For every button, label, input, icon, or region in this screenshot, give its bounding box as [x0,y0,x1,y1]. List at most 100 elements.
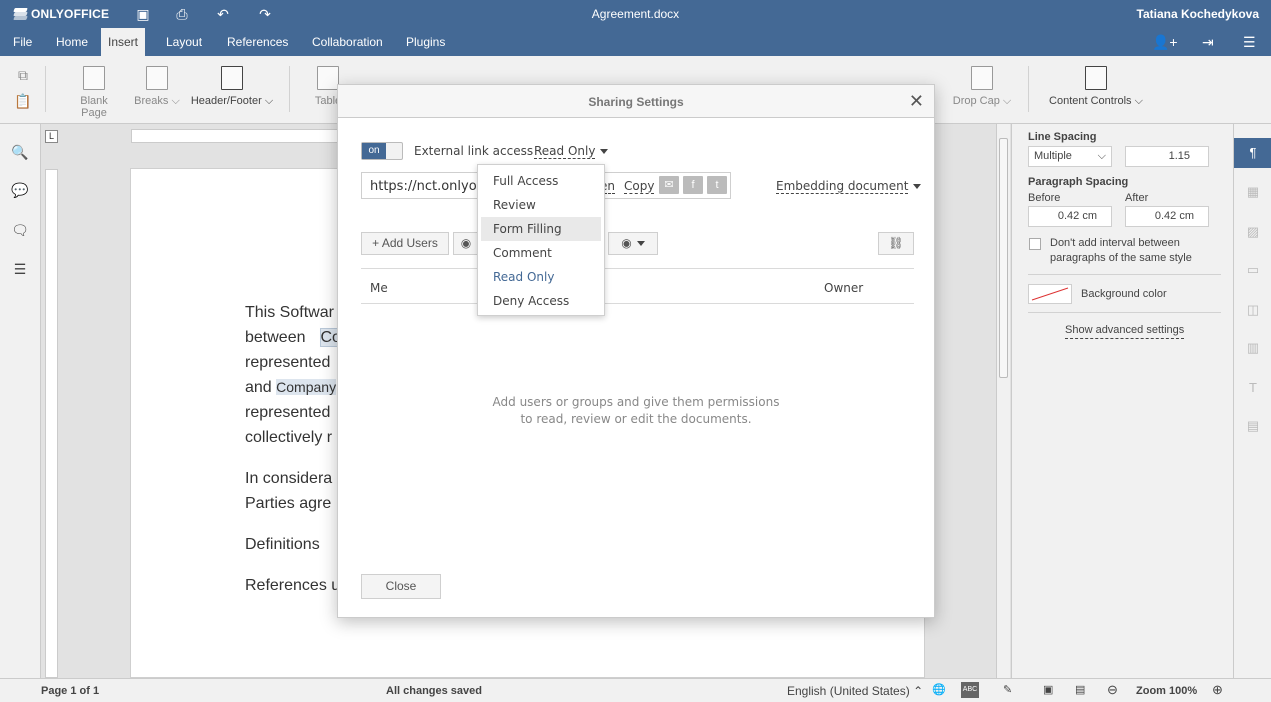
navigation-icon[interactable]: ☰ [11,261,29,279]
table-settings-icon[interactable]: ▦ [1244,184,1262,202]
status-bar: Page 1 of 1 All changes saved English (U… [0,678,1271,702]
doc-line: Parties agre [245,495,332,512]
facebook-share-icon[interactable]: f [683,176,703,194]
option-read-only[interactable]: Read Only [481,265,601,289]
content-controls-icon [1085,66,1107,90]
dialog-title: Sharing Settings [588,95,684,109]
empty-users-message: Add users or groups and give them permis… [492,395,780,426]
eye-icon[interactable]: ◉ [453,232,479,255]
paragraph-settings-icon[interactable]: ¶ [1234,138,1271,168]
header-footer-settings-icon[interactable]: ▭ [1244,262,1262,280]
tab-plugins[interactable]: Plugins [400,28,451,56]
eye-icon: ◉ [621,236,632,250]
page-info[interactable]: Page 1 of 1 [41,685,99,697]
blank-page-button[interactable]: Blank Page [66,66,122,119]
drop-cap-icon [971,66,993,90]
before-label: Before [1028,192,1061,204]
option-comment[interactable]: Comment [481,241,601,265]
zoom-out-icon[interactable]: ⊖ [1107,682,1118,698]
zoom-level: Zoom 100% [1136,685,1198,697]
header-footer-icon [221,66,243,90]
tab-layout[interactable]: Layout [160,28,208,56]
option-full-access[interactable]: Full Access [481,169,601,193]
blank-page-icon [83,66,105,90]
option-review[interactable]: Review [481,193,601,217]
chat-icon[interactable]: 🗨 [11,222,29,240]
tab-references[interactable]: References [221,28,294,56]
toggle-on-label: on [362,143,386,159]
spacing-before-input[interactable]: 0.42 cm [1028,206,1112,227]
copy-icon[interactable]: ⧉ [14,66,32,84]
header-footer-button[interactable]: Header/Footer ⌵ [190,66,274,108]
paragraph-spacing-label: Paragraph Spacing [1028,176,1129,188]
drop-cap-button[interactable]: Drop Cap ⌵ [952,66,1012,108]
image-settings-icon[interactable]: ▨ [1244,224,1262,242]
paste-icon[interactable]: 📋 [14,92,32,110]
background-color-picker[interactable] [1028,284,1072,304]
content-control-highlight[interactable]: Company [276,379,337,395]
menu-bar: File Home Insert Layout References Colla… [0,28,1271,56]
share-link-url: https://nct.onlyo [370,179,477,194]
copy-link-button[interactable]: Copy [624,179,655,194]
scrollbar-thumb[interactable] [999,138,1008,378]
spacing-after-input[interactable]: 0.42 cm [1125,206,1209,227]
no-interval-checkbox[interactable] [1029,238,1041,250]
chevron-down-icon [913,184,922,189]
fit-page-icon[interactable]: ▣ [1043,683,1053,696]
line-spacing-value-input[interactable]: 1.15 [1125,146,1209,167]
right-sidebar: ¶ ▦ ▨ ▭ ◫ ▥ T ▤ [1233,124,1271,678]
vertical-scrollbar[interactable] [996,124,1010,678]
twitter-share-icon[interactable]: t [707,176,727,194]
doc-language-icon[interactable]: 🌐 [932,683,946,696]
option-form-filling[interactable]: Form Filling [481,217,601,241]
fit-width-icon[interactable]: ▤ [1075,683,1085,696]
embedding-document-select[interactable]: Embedding document [776,179,922,194]
spellcheck-icon[interactable]: ABC [961,682,979,698]
comments-icon[interactable]: 💬 [11,182,29,200]
track-changes-icon[interactable]: ✎ [1003,683,1012,696]
doc-line: represented [245,404,331,421]
breaks-icon [146,66,168,90]
tab-home[interactable]: Home [50,28,94,56]
after-label: After [1125,192,1149,204]
language-selector[interactable]: English (United States) ⌃ [787,684,923,698]
doc-line: In considera [245,470,333,487]
tab-stop-selector[interactable]: L [45,130,58,143]
close-button[interactable]: Close [361,574,441,599]
access-rights-dropdown: Full Access Review Form Filling Comment … [477,164,605,316]
textart-settings-icon[interactable]: T [1244,380,1262,398]
search-icon[interactable]: 🔍 [11,144,29,162]
document-title: Agreement.docx [591,7,680,21]
sharing-settings-dialog: Sharing Settings ✕ on External link acce… [337,84,935,618]
user-name[interactable]: Tatiana Kochedykova [1137,7,1259,21]
chevron-down-icon [636,241,645,247]
email-share-icon[interactable]: ✉ [659,176,679,194]
content-controls-button[interactable]: Content Controls ⌵ [1048,66,1144,108]
signature-settings-icon[interactable]: ▤ [1244,418,1262,436]
external-link-toggle[interactable]: on [361,142,403,160]
breaks-button[interactable]: Breaks ⌵ [134,66,180,108]
vertical-ruler[interactable] [45,169,58,678]
tab-insert[interactable]: Insert [101,28,146,56]
hamburger-menu-icon[interactable]: ☰ [1243,34,1256,51]
external-link-label: External link access [414,144,534,158]
access-rights-select[interactable]: Read Only [534,144,609,159]
doc-line: and Company [245,379,337,396]
close-icon[interactable]: ✕ [909,91,924,112]
option-deny-access[interactable]: Deny Access [481,289,601,313]
line-spacing-type-select[interactable]: Multiple ⌵ [1028,146,1112,167]
link-icon[interactable]: ⛓ [878,232,914,255]
title-bar: ONLYOFFICE ▣ ⎙ ↶ ↷ Agreement.docx Tatian… [0,0,1271,28]
doc-line: References u [245,577,341,594]
show-advanced-settings-link[interactable]: Show advanced settings [1065,323,1185,339]
group-access-select[interactable]: ◉ [608,232,658,255]
shape-settings-icon[interactable]: ◫ [1244,302,1262,320]
tab-collaboration[interactable]: Collaboration [306,28,389,56]
add-user-icon[interactable]: 👤+ [1152,34,1178,51]
open-location-icon[interactable]: ⇥ [1202,34,1214,51]
tab-file[interactable]: File [7,28,38,56]
chart-settings-icon[interactable]: ▥ [1244,340,1262,358]
add-users-button[interactable]: + Add Users [361,232,449,255]
doc-line: collectively r [245,429,333,446]
zoom-in-icon[interactable]: ⊕ [1212,682,1223,698]
